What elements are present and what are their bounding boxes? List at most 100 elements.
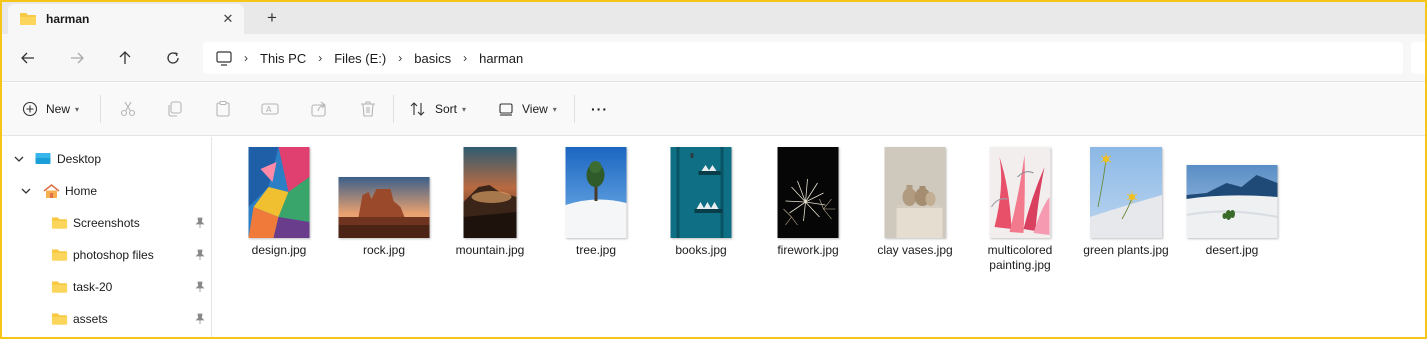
sidebar-item-assets[interactable]: assets bbox=[51, 305, 108, 333]
command-bar: New ▾ A Sort ▾ View ▾ ··· bbox=[2, 83, 1425, 136]
tab-harman[interactable]: harman ✕ bbox=[8, 4, 244, 34]
breadcrumb-this-pc[interactable]: This PC bbox=[260, 51, 306, 66]
tab-strip: harman ✕ + bbox=[2, 2, 1425, 34]
file-item-tree[interactable]: tree.jpg bbox=[546, 147, 646, 258]
thumbnail-container bbox=[546, 147, 646, 239]
sidebar-item-label: Home bbox=[65, 184, 98, 198]
pin-icon[interactable] bbox=[194, 281, 206, 293]
back-button[interactable] bbox=[16, 46, 40, 70]
tab-title: harman bbox=[46, 12, 90, 26]
file-name: books.jpg bbox=[675, 243, 727, 257]
file-item-multicolored-painting[interactable]: multicolored painting.jpg bbox=[970, 147, 1070, 273]
folder-icon bbox=[51, 249, 68, 261]
folder-icon bbox=[51, 217, 68, 229]
breadcrumb-harman[interactable]: harman bbox=[479, 51, 523, 66]
sidebar-item-label: assets bbox=[73, 312, 108, 326]
refresh-button[interactable] bbox=[161, 46, 185, 70]
desktop-icon bbox=[35, 153, 51, 164]
view-label: View bbox=[522, 102, 548, 116]
divider bbox=[574, 95, 575, 123]
more-options-button[interactable]: ··· bbox=[591, 97, 608, 121]
file-item-green-plants[interactable]: green plants.jpg bbox=[1076, 147, 1176, 258]
chevron-right-icon: › bbox=[318, 51, 323, 65]
file-list: design.jpg rock.jpg mountain.jpg tree.jp… bbox=[213, 137, 1425, 337]
navigation-bar: › This PC › Files (E:) › basics › harman bbox=[2, 34, 1425, 82]
chevron-right-icon: › bbox=[398, 51, 403, 65]
sort-button[interactable]: Sort ▾ bbox=[409, 97, 466, 121]
cut-icon[interactable] bbox=[118, 99, 138, 119]
sidebar-item-screenshots[interactable]: Screenshots bbox=[51, 209, 140, 237]
home-icon bbox=[43, 183, 60, 198]
sidebar-item-photoshop-files[interactable]: photoshop files bbox=[51, 241, 154, 269]
file-item-books[interactable]: books.jpg bbox=[651, 147, 751, 258]
file-item-design[interactable]: design.jpg bbox=[229, 147, 329, 258]
paste-icon[interactable] bbox=[213, 99, 233, 119]
file-name: desert.jpg bbox=[1205, 243, 1259, 257]
thumbnail-container bbox=[970, 147, 1070, 239]
new-tab-button[interactable]: + bbox=[262, 8, 282, 28]
svg-text:A: A bbox=[266, 105, 272, 114]
thumbnail-container bbox=[651, 147, 751, 239]
refresh-icon bbox=[167, 52, 179, 64]
navigation-pane: Desktop Home Screenshots photoshop files… bbox=[2, 137, 212, 337]
file-name: multicolored painting.jpg bbox=[987, 243, 1053, 272]
new-button[interactable]: New ▾ bbox=[22, 97, 79, 121]
mountain-thumbnail bbox=[463, 147, 517, 238]
painting-thumbnail bbox=[989, 147, 1051, 238]
green-plants-thumbnail bbox=[1090, 147, 1162, 238]
rock-thumbnail bbox=[338, 177, 430, 238]
copy-icon[interactable] bbox=[165, 99, 185, 119]
breadcrumb-files-e[interactable]: Files (E:) bbox=[334, 51, 386, 66]
file-name: design.jpg bbox=[251, 243, 307, 257]
file-item-desert[interactable]: desert.jpg bbox=[1182, 147, 1282, 258]
new-label: New bbox=[46, 102, 71, 116]
pin-icon[interactable] bbox=[194, 313, 206, 325]
arrow-right-icon bbox=[71, 52, 84, 64]
file-item-rock[interactable]: rock.jpg bbox=[334, 147, 434, 258]
folder-icon bbox=[20, 13, 36, 25]
thumbnail-container bbox=[1182, 147, 1282, 239]
plus-circle-icon bbox=[22, 101, 38, 117]
arrow-up-icon bbox=[119, 51, 131, 64]
sidebar-item-label: photoshop files bbox=[73, 248, 154, 262]
close-tab-icon[interactable]: ✕ bbox=[220, 11, 236, 27]
sidebar-item-label: task-20 bbox=[73, 280, 113, 294]
computer-icon bbox=[216, 50, 232, 66]
view-icon bbox=[499, 103, 513, 116]
chevron-down-icon[interactable] bbox=[13, 153, 25, 165]
file-name: firework.jpg bbox=[777, 243, 839, 257]
file-name: green plants.jpg bbox=[1083, 243, 1169, 257]
search-box[interactable] bbox=[1411, 42, 1425, 74]
chevron-down-icon[interactable] bbox=[20, 185, 32, 197]
thumbnail-container bbox=[440, 147, 540, 239]
sidebar-item-desktop[interactable]: Desktop bbox=[35, 145, 101, 173]
folder-icon bbox=[51, 313, 68, 325]
firework-thumbnail bbox=[777, 147, 839, 238]
file-item-firework[interactable]: firework.jpg bbox=[758, 147, 858, 258]
delete-icon[interactable] bbox=[358, 99, 378, 119]
pin-icon[interactable] bbox=[194, 249, 206, 261]
books-thumbnail bbox=[670, 147, 732, 238]
forward-button[interactable] bbox=[65, 46, 89, 70]
folder-icon bbox=[51, 281, 68, 293]
sidebar-item-task-20[interactable]: task-20 bbox=[51, 273, 112, 301]
thumbnail-container bbox=[229, 147, 329, 239]
divider bbox=[393, 95, 394, 123]
breadcrumb-basics[interactable]: basics bbox=[414, 51, 451, 66]
pin-icon[interactable] bbox=[194, 217, 206, 229]
file-name: clay vases.jpg bbox=[877, 243, 953, 257]
thumbnail-container bbox=[865, 147, 965, 239]
rename-icon[interactable]: A bbox=[260, 99, 280, 119]
view-button[interactable]: View ▾ bbox=[498, 97, 557, 121]
thumbnail-container bbox=[334, 147, 434, 239]
sidebar-item-home[interactable]: Home bbox=[43, 177, 97, 205]
file-item-mountain[interactable]: mountain.jpg bbox=[440, 147, 540, 258]
chevron-down-icon: ▾ bbox=[462, 104, 467, 114]
address-bar[interactable]: › This PC › Files (E:) › basics › harman bbox=[203, 42, 1403, 74]
file-name: mountain.jpg bbox=[455, 243, 525, 257]
share-icon[interactable] bbox=[309, 99, 329, 119]
file-item-clay-vases[interactable]: clay vases.jpg bbox=[865, 147, 965, 258]
thumbnail-container bbox=[1076, 147, 1176, 239]
chevron-right-icon: › bbox=[244, 51, 248, 65]
up-button[interactable] bbox=[113, 46, 137, 70]
